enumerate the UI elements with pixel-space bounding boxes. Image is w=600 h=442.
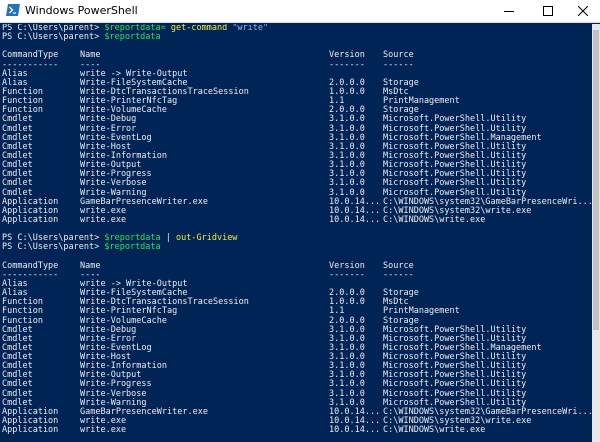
prompt-text: PS C:\Users\parent> [2, 32, 105, 43]
command-token: get-command [165, 24, 233, 33]
title-bar[interactable]: Windows PowerShell [0, 0, 600, 23]
minimize-icon [504, 11, 514, 12]
maximize-button[interactable] [531, 0, 565, 22]
table-cell: C:\WINDOWS\write.exe [383, 425, 486, 436]
table-cell: 10.0.14... [329, 425, 381, 436]
minimize-button[interactable] [492, 0, 526, 22]
table-cell: C:\WINDOWS\write.exe [383, 214, 486, 225]
table-cell: ------- [329, 269, 365, 280]
close-button[interactable] [566, 0, 600, 22]
table-row: Application write.exe 10.0.14... C:\WINDOWS… [2, 426, 598, 435]
command-token: "write" [232, 24, 269, 33]
table-cell: Application [2, 214, 59, 225]
command-token: $reportdata [104, 32, 161, 43]
echo-line: PS C:\Users\parent> $reportdata [2, 33, 598, 42]
command-token: out-Gridview [176, 233, 238, 244]
powershell-window: Windows PowerShell PS C:\Users\parent> $… [0, 0, 600, 442]
close-icon [578, 6, 588, 16]
powershell-icon [6, 4, 20, 16]
command-token: | [160, 233, 177, 244]
table-cell: Application [2, 425, 59, 436]
table-cell: ------ [383, 59, 414, 70]
prompt-text: PS C:\Users\parent> [2, 242, 105, 253]
echo-line: PS C:\Users\parent> $reportdata [2, 243, 598, 252]
window-title: Windows PowerShell [25, 4, 138, 17]
table-cell: 10.0.14... [329, 214, 381, 225]
table-cell: ------ [383, 269, 414, 280]
table-cell: write.exe [80, 425, 127, 436]
table-cell: ------- [329, 59, 365, 70]
maximize-icon [543, 6, 553, 16]
console-output[interactable]: PS C:\Users\parent> $reportdata= get-com… [2, 24, 598, 442]
table-row: Application write.exe 10.0.14... C:\WINDOWS… [2, 214, 598, 225]
table-cell: write.exe [80, 214, 127, 225]
scrollbar-thumb[interactable] [593, 30, 599, 330]
command-token: $reportdata [104, 242, 161, 253]
